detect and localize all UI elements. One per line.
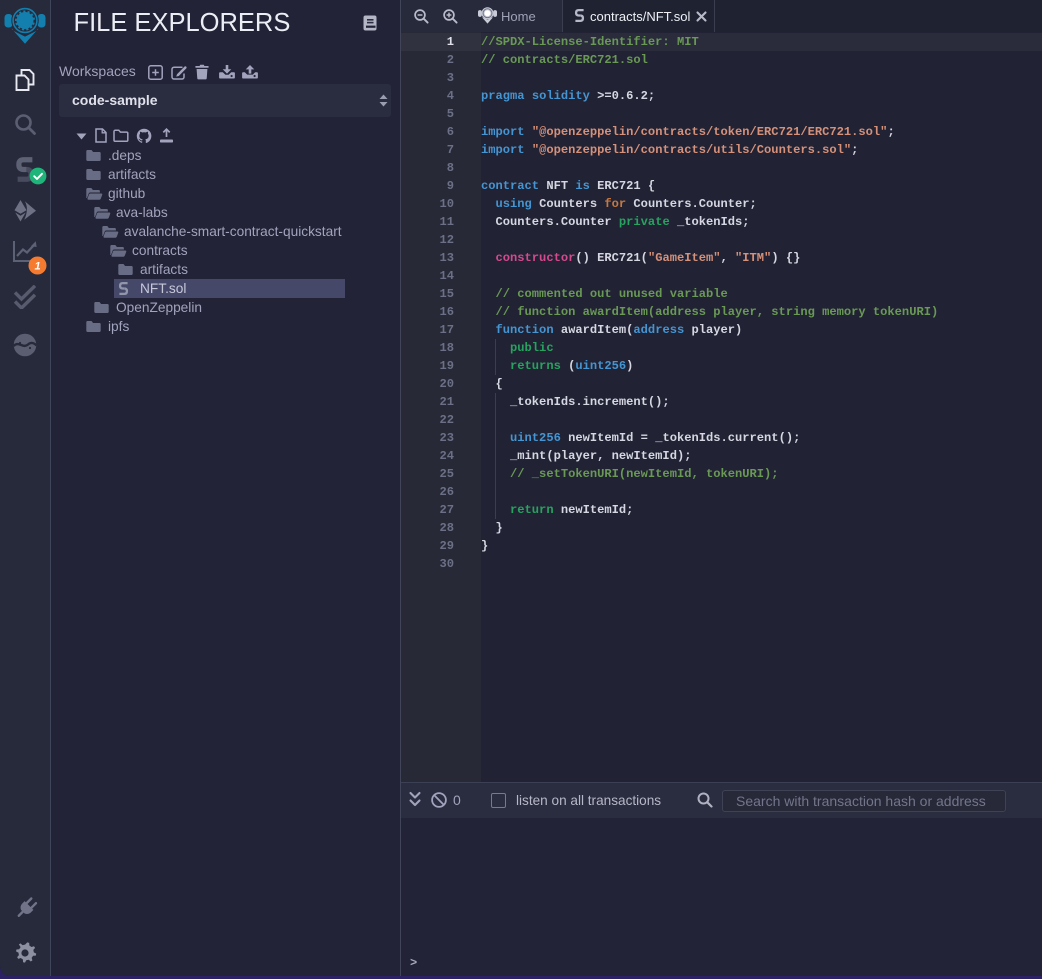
svg-text:1: 1	[34, 261, 40, 273]
